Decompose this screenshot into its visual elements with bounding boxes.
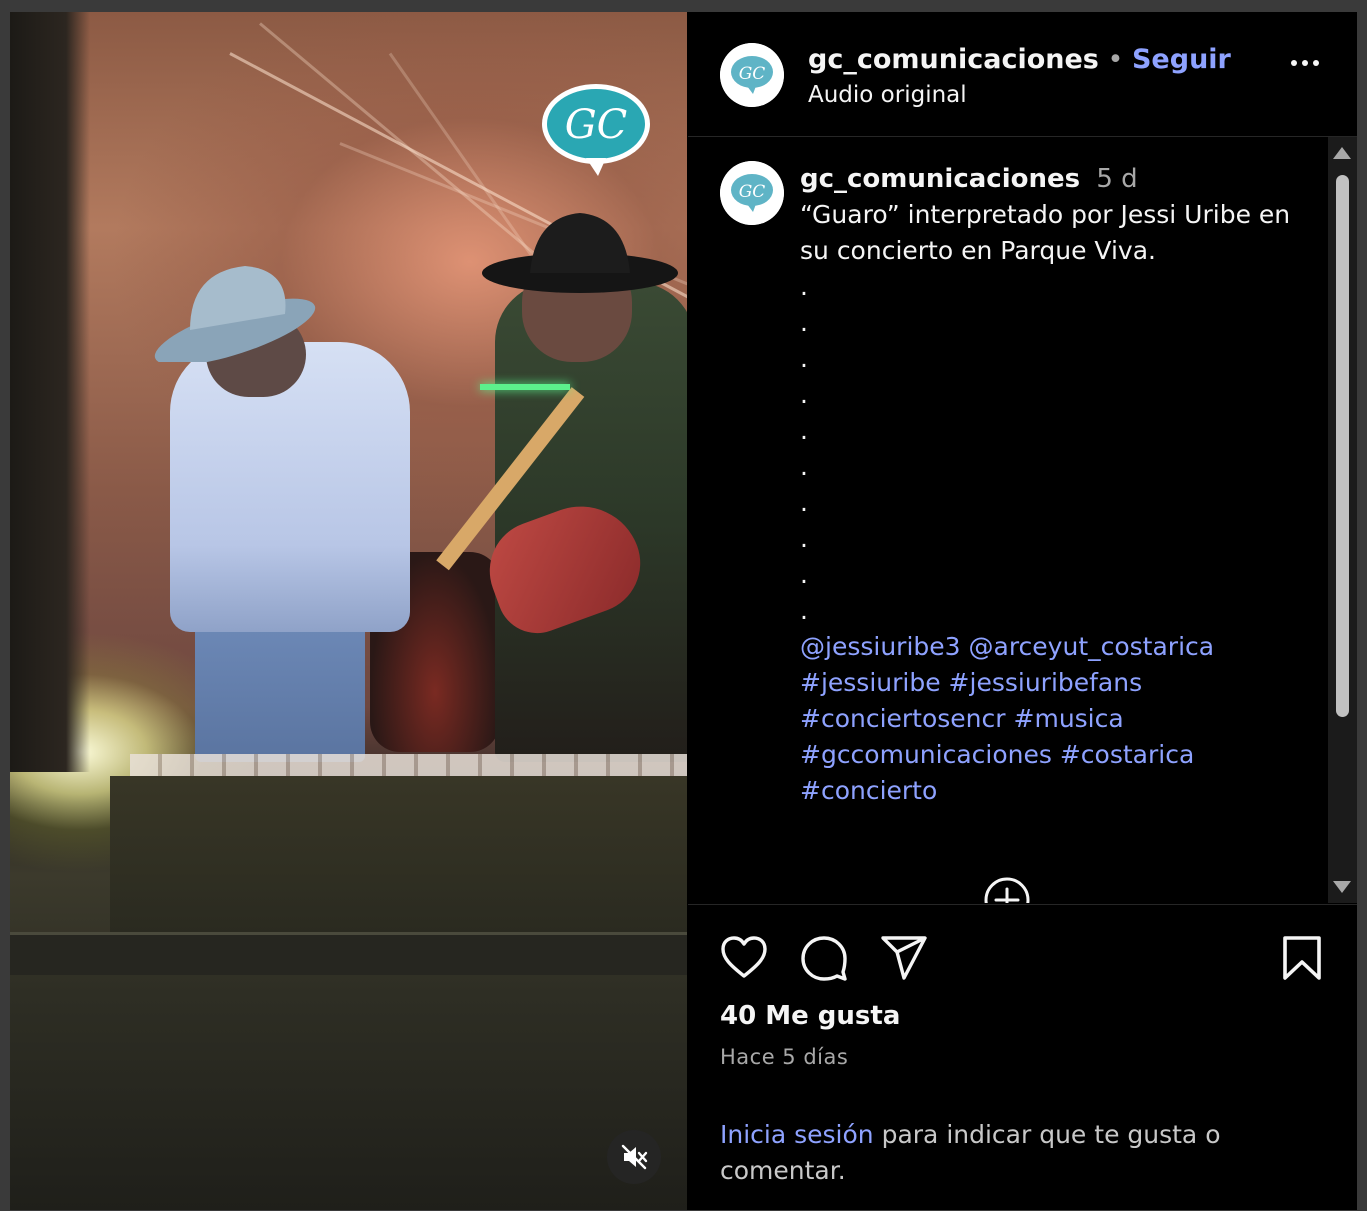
hashtag-link[interactable]: #jessiuribefans [949, 668, 1143, 697]
caption-dot: . [800, 272, 808, 301]
caption-username[interactable]: gc_comunicaciones [800, 164, 1080, 194]
caption-dot: . [800, 308, 808, 337]
hashtag-link[interactable]: #musica [1014, 704, 1124, 733]
share-icon[interactable] [880, 935, 928, 981]
caption-dot: . [800, 344, 808, 373]
instagram-post-dialog: GC GC gc_comunicaciones • Seguir Audio o… [10, 12, 1357, 1210]
caption-dot: . [800, 560, 808, 589]
hashtag-link[interactable]: #jessiuribe [800, 668, 941, 697]
likes-count[interactable]: 40 Me gusta [720, 1001, 900, 1031]
more-options-button[interactable] [1291, 60, 1319, 66]
comment-icon[interactable] [800, 935, 848, 981]
scroll-down-arrow-icon[interactable] [1333, 881, 1351, 893]
comments-area[interactable]: GC gc_comunicaciones 5 d “Guaro” interpr… [688, 137, 1328, 903]
mute-button[interactable] [607, 1130, 661, 1184]
header-username[interactable]: gc_comunicaciones [808, 44, 1099, 75]
scroll-up-arrow-icon[interactable] [1333, 147, 1351, 159]
mention-link[interactable]: @arceyut_costarica [969, 632, 1215, 661]
hashtag-link[interactable]: #gccomunicaciones [800, 740, 1052, 769]
caption-dot: . [800, 380, 808, 409]
comments-scrollbar[interactable] [1328, 137, 1357, 903]
scroll-thumb[interactable] [1336, 175, 1349, 717]
caption-avatar[interactable]: GC [720, 161, 784, 225]
svg-text:GC: GC [565, 102, 628, 148]
login-prompt: Inicia sesión para indicar que te gusta … [720, 1117, 1280, 1189]
svg-text:GC: GC [739, 182, 766, 202]
post-header: GC gc_comunicaciones • Seguir Audio orig… [688, 12, 1357, 137]
mention-link[interactable]: @jessiuribe3 [800, 632, 961, 661]
bookmark-icon[interactable] [1282, 935, 1322, 981]
post-sidebar: GC gc_comunicaciones • Seguir Audio orig… [688, 12, 1357, 1210]
caption-dot: . [800, 488, 808, 517]
caption-age[interactable]: 5 d [1096, 164, 1137, 194]
stage-edge [130, 754, 687, 776]
caption-dot: . [800, 416, 808, 445]
volume-off-icon [621, 1144, 648, 1170]
login-prompt-text: para indicar que te gusta o [881, 1120, 1221, 1149]
svg-text:GC: GC [739, 64, 766, 84]
gc-logo-icon: GC [720, 161, 784, 225]
more-dot-icon [1291, 60, 1297, 66]
bassist-hat [482, 213, 678, 293]
avatar[interactable]: GC [720, 43, 784, 107]
caption-dot: . [800, 524, 808, 553]
follow-separator: • [1107, 44, 1124, 75]
caption-text: gc_comunicaciones 5 d “Guaro” interpreta… [800, 161, 1300, 809]
audio-label[interactable]: Audio original [808, 82, 967, 108]
hashtag-link[interactable]: #concierto [800, 776, 937, 805]
caption-dot: . [800, 596, 808, 625]
stage-step [10, 932, 687, 975]
more-dot-icon [1302, 60, 1308, 66]
caption-dot: . [800, 452, 808, 481]
post-actions: 40 Me gusta Hace 5 días Inicia sesión pa… [688, 904, 1357, 1211]
hashtag-link[interactable]: #costarica [1060, 740, 1194, 769]
stage-pillar [10, 12, 90, 772]
heart-icon[interactable] [720, 935, 768, 979]
video-player[interactable]: GC [10, 12, 687, 1210]
gc-watermark-logo: GC [542, 84, 650, 176]
load-more-comments-icon[interactable] [984, 877, 1030, 903]
caption-line: “Guaro” interpretado por Jessi Uribe en [800, 200, 1291, 229]
login-link[interactable]: Inicia sesión [720, 1120, 874, 1149]
singer-legs [195, 612, 365, 762]
stage-front [110, 776, 687, 936]
caption-line: su concierto en Parque Viva. [800, 236, 1156, 265]
gc-logo-icon: GC [720, 43, 784, 107]
follow-button[interactable]: Seguir [1132, 44, 1231, 75]
singer-hat [154, 266, 316, 362]
post-date[interactable]: Hace 5 días [720, 1045, 848, 1069]
hashtag-link[interactable]: #conciertosencr [800, 704, 1006, 733]
login-prompt-text: comentar. [720, 1156, 846, 1185]
more-dot-icon [1313, 60, 1319, 66]
green-light [480, 384, 570, 390]
